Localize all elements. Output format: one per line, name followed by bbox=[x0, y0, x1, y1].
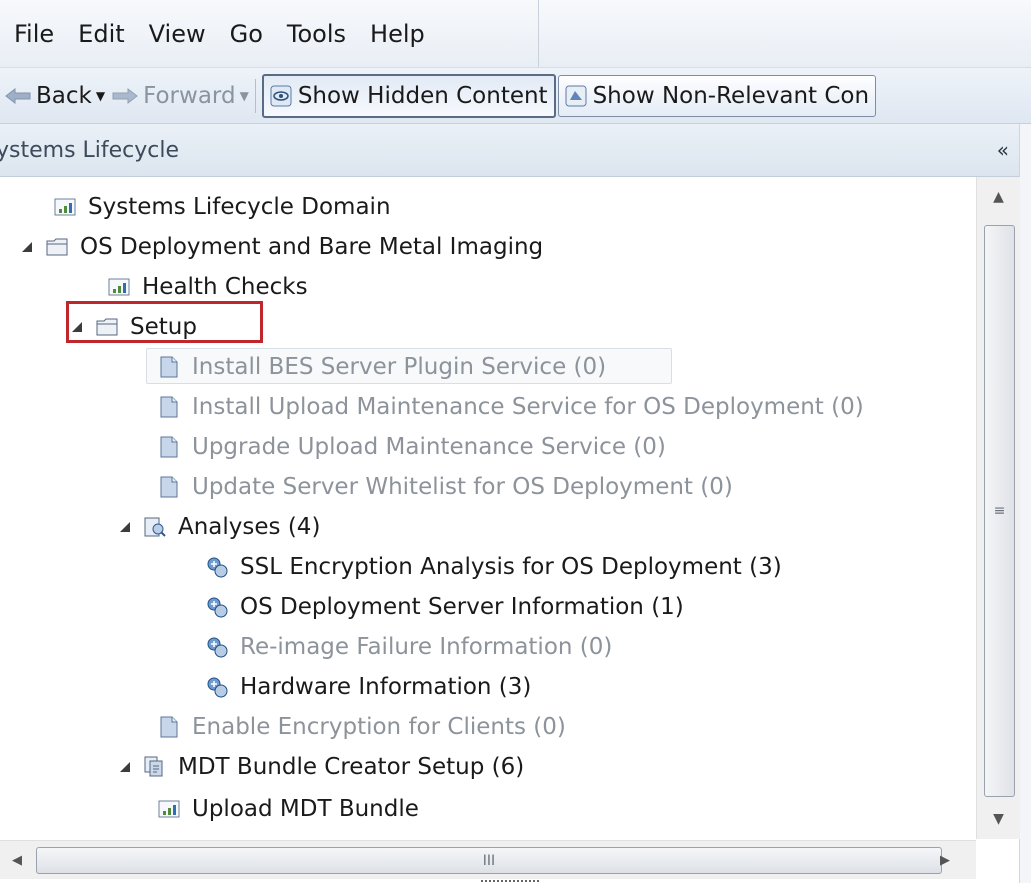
tree-item-os-server-info[interactable]: OS Deployment Server Information (1) bbox=[206, 589, 684, 625]
horizontal-scroll-thumb[interactable]: III bbox=[36, 847, 942, 874]
tree-item-label: Install Upload Maintenance Service for O… bbox=[192, 394, 864, 420]
collapse-panel-button[interactable]: « bbox=[997, 138, 1009, 162]
panel-title: ystems Lifecycle bbox=[0, 137, 180, 163]
tree-item-upgrade-upload[interactable]: Upgrade Upload Maintenance Service (0) bbox=[158, 429, 666, 465]
dashboard-icon bbox=[158, 800, 180, 818]
tree-item-label: Update Server Whitelist for OS Deploymen… bbox=[192, 474, 733, 500]
eye-icon bbox=[270, 85, 292, 106]
folder-icon bbox=[46, 238, 68, 256]
tree-item-analyses[interactable]: Analyses (4) bbox=[120, 509, 320, 545]
folder-icon bbox=[96, 318, 118, 336]
menu-help[interactable]: Help bbox=[358, 20, 437, 48]
scroll-down-icon[interactable]: ▼ bbox=[977, 799, 1020, 839]
panel-header: ystems Lifecycle « bbox=[0, 124, 1019, 177]
tree-item-label: Setup bbox=[130, 314, 197, 340]
back-dropdown-icon[interactable]: ▼ bbox=[96, 89, 105, 103]
tree-item-label: Hardware Information (3) bbox=[240, 674, 532, 700]
filter-icon bbox=[565, 85, 587, 106]
back-button[interactable]: Back ▼ bbox=[4, 74, 105, 118]
forward-button[interactable]: Forward ▼ bbox=[111, 74, 249, 118]
menu-bar: File Edit View Go Tools Help bbox=[0, 0, 1031, 68]
tree-item-label: Systems Lifecycle Domain bbox=[88, 194, 391, 220]
show-non-relevant-button[interactable]: Show Non-Relevant Con bbox=[557, 74, 877, 117]
analysis-folder-icon bbox=[144, 517, 166, 537]
document-icon bbox=[160, 476, 178, 498]
tree-item-label: Upload MDT Bundle bbox=[192, 796, 419, 822]
menu-go[interactable]: Go bbox=[218, 20, 275, 48]
scroll-left-icon[interactable]: ◀ bbox=[0, 841, 34, 879]
tree-item-label: OS Deployment and Bare Metal Imaging bbox=[80, 234, 544, 260]
tree-item-setup[interactable]: Setup bbox=[72, 309, 197, 345]
dashboard-icon bbox=[54, 198, 76, 216]
expander-open-icon[interactable] bbox=[120, 522, 130, 532]
document-icon bbox=[160, 396, 178, 418]
document-icon bbox=[160, 716, 178, 738]
scroll-up-icon[interactable]: ▲ bbox=[977, 177, 1020, 217]
expander-open-icon[interactable] bbox=[22, 242, 32, 252]
tree-item-label: Enable Encryption for Clients (0) bbox=[192, 714, 566, 740]
tree-item-install-bes[interactable]: Install BES Server Plugin Service (0) bbox=[158, 349, 606, 385]
analysis-icon bbox=[207, 557, 228, 578]
expander-open-icon[interactable] bbox=[120, 762, 130, 772]
scroll-right-icon[interactable]: ▶ bbox=[928, 841, 962, 879]
dashboard-icon bbox=[108, 278, 130, 296]
back-arrow-icon bbox=[5, 87, 31, 104]
navigation-tree: Systems Lifecycle Domain OS Deployment a… bbox=[10, 177, 976, 833]
grip-icon: ≡ bbox=[993, 503, 1006, 519]
menu-list: File Edit View Go Tools Help bbox=[0, 0, 539, 67]
grip-icon: III bbox=[482, 852, 496, 869]
menu-view[interactable]: View bbox=[137, 20, 218, 48]
tree-item-label: SSL Encryption Analysis for OS Deploymen… bbox=[240, 554, 782, 580]
tree-item-upload-mdt[interactable]: Upload MDT Bundle bbox=[158, 791, 419, 827]
forward-dropdown-icon[interactable]: ▼ bbox=[240, 89, 249, 103]
tree-item-label: MDT Bundle Creator Setup (6) bbox=[178, 754, 525, 780]
tree-item-health-checks[interactable]: Health Checks bbox=[108, 269, 308, 305]
toolbar: Back ▼ Forward ▼ Show Hidden Content Sho… bbox=[0, 68, 1031, 124]
show-hidden-content-button[interactable]: Show Hidden Content bbox=[261, 73, 556, 118]
tree-item-reimage-failure[interactable]: Re-image Failure Information (0) bbox=[206, 629, 612, 665]
tree-item-mdt-bundle-setup[interactable]: MDT Bundle Creator Setup (6) bbox=[120, 749, 524, 785]
analysis-icon bbox=[207, 677, 228, 698]
tree-item-label: OS Deployment Server Information (1) bbox=[240, 594, 684, 620]
tree-item-label: Health Checks bbox=[142, 274, 308, 300]
expander-open-icon[interactable] bbox=[72, 322, 82, 332]
tree-item-label: Analyses (4) bbox=[178, 514, 321, 540]
document-icon bbox=[160, 356, 178, 378]
splitter[interactable] bbox=[1019, 124, 1031, 883]
tree-item-label: Upgrade Upload Maintenance Service (0) bbox=[192, 434, 666, 460]
toolbar-separator bbox=[254, 78, 256, 113]
resize-grip[interactable] bbox=[480, 879, 540, 883]
tree-item-update-whitelist[interactable]: Update Server Whitelist for OS Deploymen… bbox=[158, 469, 733, 505]
analysis-icon bbox=[207, 597, 228, 618]
tree-item-enable-encryption[interactable]: Enable Encryption for Clients (0) bbox=[158, 709, 566, 745]
forward-label: Forward bbox=[143, 82, 236, 109]
menu-tools[interactable]: Tools bbox=[275, 20, 358, 48]
vertical-scrollbar[interactable]: ▲ ≡ ▼ bbox=[976, 177, 1020, 839]
analysis-icon bbox=[207, 637, 228, 658]
show-non-relevant-label: Show Non-Relevant Con bbox=[592, 82, 870, 109]
tree-item-systems-domain[interactable]: Systems Lifecycle Domain bbox=[54, 189, 391, 225]
show-hidden-label: Show Hidden Content bbox=[297, 82, 548, 109]
menu-edit[interactable]: Edit bbox=[66, 20, 136, 48]
back-label: Back bbox=[36, 82, 92, 109]
task-group-icon bbox=[144, 756, 163, 777]
forward-arrow-icon bbox=[112, 87, 138, 104]
vertical-scroll-thumb[interactable]: ≡ bbox=[984, 225, 1015, 797]
tree-item-label: Re-image Failure Information (0) bbox=[240, 634, 613, 660]
horizontal-scrollbar[interactable]: ◀ III ▶ bbox=[0, 840, 976, 879]
tree-item-hardware-info[interactable]: Hardware Information (3) bbox=[206, 669, 531, 705]
tree-item-os-deployment[interactable]: OS Deployment and Bare Metal Imaging bbox=[22, 229, 543, 265]
document-icon bbox=[160, 436, 178, 458]
tree-item-install-upload[interactable]: Install Upload Maintenance Service for O… bbox=[158, 389, 864, 425]
tree-item-label: Install BES Server Plugin Service (0) bbox=[192, 354, 607, 380]
menu-file[interactable]: File bbox=[0, 20, 66, 48]
tree-item-ssl-analysis[interactable]: SSL Encryption Analysis for OS Deploymen… bbox=[206, 549, 782, 585]
